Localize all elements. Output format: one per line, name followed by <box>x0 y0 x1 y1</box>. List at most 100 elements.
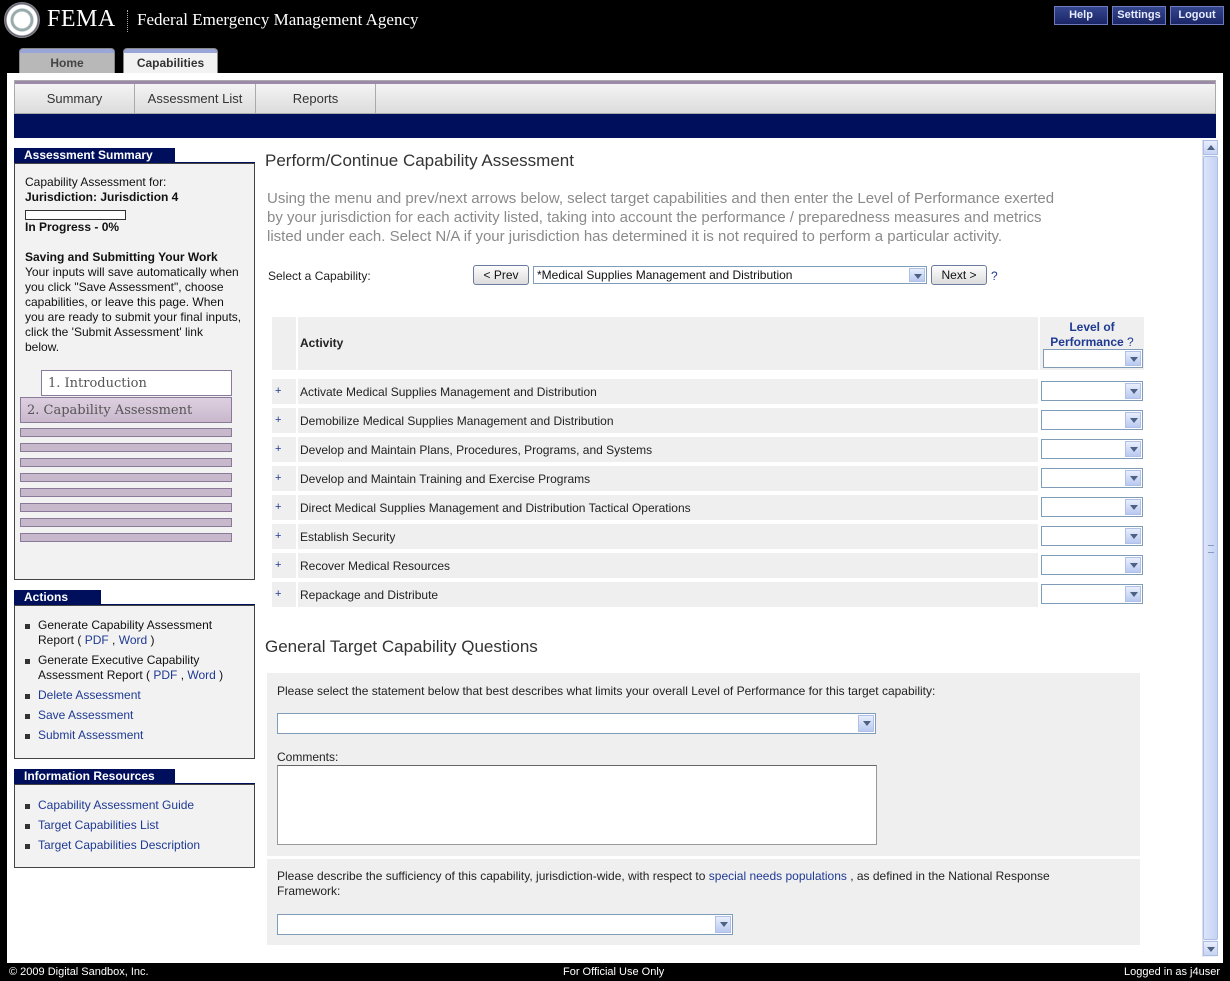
chevron-down-icon <box>1125 557 1141 573</box>
capability-assessment-guide-link[interactable]: Capability Assessment Guide <box>38 798 194 813</box>
capability-select-value: *Medical Supplies Management and Distrib… <box>537 268 793 282</box>
action-label: Report ( <box>38 633 85 647</box>
bullet <box>25 734 30 739</box>
limits-select[interactable] <box>277 713 876 734</box>
saving-text-line: capabilities, or leave this page. When <box>25 295 224 309</box>
step-ghost <box>20 503 232 512</box>
expand-row-icon[interactable]: + <box>275 588 281 600</box>
action-label: Generate Executive Capability <box>38 653 200 667</box>
step-ghost <box>20 473 232 482</box>
bullet <box>25 659 30 664</box>
instructions-text: Using the menu and prev/next arrows belo… <box>267 189 1097 246</box>
instructions-line: by your jurisdiction for each activity l… <box>267 209 1042 226</box>
saving-text-line: Your inputs will save automatically when <box>25 265 239 279</box>
help-button[interactable]: Help <box>1054 6 1108 25</box>
navy-banner <box>14 114 1216 138</box>
report-word-link[interactable]: Word <box>119 633 147 647</box>
level-select[interactable] <box>1041 584 1143 604</box>
saving-text-line: you click "Save Assessment", choose <box>25 280 224 294</box>
assessment-summary-title: Assessment Summary <box>14 148 175 163</box>
executive-report-word-link[interactable]: Word <box>187 668 215 682</box>
level-select[interactable] <box>1041 468 1143 488</box>
expand-row-icon[interactable]: + <box>275 530 281 542</box>
level-select[interactable] <box>1041 555 1143 575</box>
level-select[interactable] <box>1041 410 1143 430</box>
chevron-down-icon <box>858 715 874 732</box>
level-all-select[interactable] <box>1043 349 1143 368</box>
action-delete: Delete Assessment <box>25 688 141 703</box>
actions-panel: Generate Capability Assessment Report ( … <box>14 605 255 759</box>
executive-report-pdf-link[interactable]: PDF <box>153 668 177 682</box>
question-text-part: Please describe the sufficiency of this … <box>277 869 709 883</box>
app-footer: © 2009 Digital Sandbox, Inc. For Officia… <box>0 963 1230 981</box>
tab-home[interactable]: Home <box>19 48 115 73</box>
scrollbar-thumb[interactable] <box>1203 156 1218 940</box>
vertical-scrollbar[interactable] <box>1202 140 1218 957</box>
subtab-assessment-list[interactable]: Assessment List <box>135 84 256 114</box>
separator: ) <box>215 668 224 682</box>
expand-row-icon[interactable]: + <box>275 472 281 484</box>
question-limits-text: Please select the statement below that b… <box>277 684 936 698</box>
instructions-line: Using the menu and prev/next arrows belo… <box>267 190 1055 207</box>
level-help-icon[interactable]: ? <box>1127 335 1134 349</box>
chevron-down-icon <box>1125 470 1141 486</box>
level-select[interactable] <box>1041 381 1143 401</box>
agency-name: Federal Emergency Management Agency <box>137 10 419 29</box>
expand-row-icon[interactable]: + <box>275 559 281 571</box>
logout-button[interactable]: Logout <box>1170 6 1224 25</box>
save-assessment-link[interactable]: Save Assessment <box>38 708 133 723</box>
logged-in-text: Logged in as j4user <box>1123 966 1220 978</box>
next-button[interactable]: Next > <box>931 265 987 285</box>
expand-row-icon[interactable]: + <box>275 501 281 513</box>
prev-button[interactable]: < Prev <box>473 265 529 285</box>
tab-capabilities[interactable]: Capabilities <box>123 48 218 73</box>
level-select[interactable] <box>1041 526 1143 546</box>
subtab-reports[interactable]: Reports <box>256 84 376 114</box>
assessment-for-label: Capability Assessment for: <box>25 175 167 189</box>
expand-row-icon[interactable]: + <box>275 385 281 397</box>
delete-assessment-link[interactable]: Delete Assessment <box>38 688 141 703</box>
activity-name: Direct Medical Supplies Management and D… <box>300 501 691 515</box>
actions-title: Actions <box>14 590 101 605</box>
column-level-line: Level of <box>1069 320 1115 334</box>
subtab-summary[interactable]: Summary <box>15 84 135 114</box>
special-needs-populations-link[interactable]: special needs populations <box>709 869 847 883</box>
expand-row-icon[interactable]: + <box>275 414 281 426</box>
chevron-down-icon <box>1125 586 1141 602</box>
scroll-up-arrow-icon[interactable] <box>1203 140 1218 155</box>
expand-row-icon[interactable]: + <box>275 443 281 455</box>
step-introduction[interactable]: 1. Introduction <box>41 370 232 396</box>
activity-name: Activate Medical Supplies Management and… <box>300 385 597 399</box>
chevron-down-icon <box>715 916 731 933</box>
level-select[interactable] <box>1041 439 1143 459</box>
capability-help-icon[interactable]: ? <box>991 269 998 283</box>
step-ghost <box>20 443 232 452</box>
table-header-activity: Activity <box>298 317 1038 370</box>
action-label: Generate Capability Assessment <box>38 618 213 632</box>
column-level-line: Performance <box>1050 335 1124 349</box>
settings-button[interactable]: Settings <box>1112 6 1166 25</box>
question-box-limits: Please select the statement below that b… <box>267 673 1140 856</box>
comments-textarea[interactable] <box>277 765 877 845</box>
instructions-line: listed under each. Select N/A if your ju… <box>267 228 1003 245</box>
chevron-down-icon <box>1125 412 1141 428</box>
capability-select[interactable]: *Medical Supplies Management and Distrib… <box>533 266 927 284</box>
target-capabilities-description-link[interactable]: Target Capabilities Description <box>38 838 200 853</box>
action-generate-report: Generate Capability Assessment Report ( … <box>25 618 212 648</box>
resource-item: Capability Assessment Guide <box>25 798 194 813</box>
scroll-down-arrow-icon[interactable] <box>1203 941 1218 956</box>
copyright-text: © 2009 Digital Sandbox, Inc. <box>9 966 149 978</box>
action-generate-executive-report: Generate Executive Capability Assessment… <box>25 653 223 683</box>
submit-assessment-link[interactable]: Submit Assessment <box>38 728 143 743</box>
target-capabilities-list-link[interactable]: Target Capabilities List <box>38 818 159 833</box>
info-resources-title: Information Resources <box>14 769 175 784</box>
action-save: Save Assessment <box>25 708 133 723</box>
bullet <box>25 694 30 699</box>
bullet <box>25 844 30 849</box>
separator: , <box>177 668 188 682</box>
step-capability-assessment[interactable]: 2. Capability Assessment <box>20 397 232 423</box>
level-select[interactable] <box>1041 497 1143 517</box>
report-pdf-link[interactable]: PDF <box>85 633 109 647</box>
step-ghost <box>20 458 232 467</box>
special-needs-select[interactable] <box>277 914 733 935</box>
